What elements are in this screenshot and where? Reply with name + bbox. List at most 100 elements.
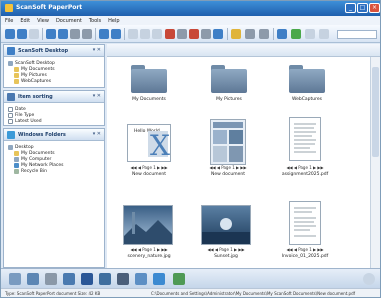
image-thumbnail[interactable] bbox=[123, 205, 173, 245]
search-input[interactable] bbox=[337, 30, 377, 39]
toolbar-separator bbox=[124, 28, 125, 40]
folder-icon bbox=[14, 72, 19, 78]
image-thumbnail[interactable] bbox=[201, 205, 251, 245]
page-controls[interactable]: ◀◀ ◀ Page 1 ▶ ▶▶ bbox=[198, 165, 258, 170]
word-icon[interactable] bbox=[81, 273, 93, 285]
minimize-button[interactable]: _ bbox=[345, 3, 356, 13]
toolbar-separator bbox=[227, 28, 228, 40]
page-controls[interactable]: ◀◀ ◀ Page 1 ▶ ▶▶ bbox=[119, 165, 179, 170]
window-title: ScanSoft PaperPort bbox=[16, 4, 83, 11]
folder-icon bbox=[14, 66, 19, 72]
forward-icon[interactable] bbox=[17, 29, 27, 39]
undo-icon[interactable] bbox=[140, 29, 150, 39]
windows-folders-panel: Windows Folders ▾ ✕ Desktop My Documents… bbox=[3, 128, 105, 268]
folder-label-my-documents: My Documents bbox=[132, 97, 166, 102]
folder-label-my-pictures: My Pictures bbox=[216, 97, 242, 102]
page-controls[interactable]: ◀◀ ◀ Page 1 ▶ ▶▶ bbox=[275, 247, 335, 252]
rotate-icon[interactable] bbox=[128, 29, 138, 39]
tree-item-webcaptures[interactable]: WebCaptures bbox=[14, 78, 51, 84]
document-thumbnail[interactable] bbox=[210, 119, 246, 165]
document-label: New document bbox=[132, 172, 166, 177]
ocr-icon[interactable] bbox=[231, 29, 241, 39]
pdf-icon[interactable] bbox=[117, 273, 129, 285]
cut-icon[interactable] bbox=[165, 29, 175, 39]
unstack-icon[interactable] bbox=[213, 29, 223, 39]
menu-tools[interactable]: Tools bbox=[89, 18, 101, 24]
panel-close-icon[interactable]: ▾ ✕ bbox=[93, 131, 101, 137]
printer-icon[interactable] bbox=[45, 273, 57, 285]
document-icon bbox=[8, 118, 13, 124]
menu-help[interactable]: Help bbox=[108, 18, 119, 24]
fax-icon[interactable] bbox=[82, 29, 92, 39]
image-editor-icon[interactable] bbox=[135, 273, 147, 285]
tree-item-recycle-bin[interactable]: Recycle Bin bbox=[14, 168, 47, 174]
document-label: scenery_nature.jpg bbox=[127, 254, 171, 259]
document-label: New document bbox=[211, 172, 245, 177]
desktop-panel-title: ScanSoft Desktop bbox=[18, 48, 69, 54]
excel-icon[interactable] bbox=[99, 273, 111, 285]
menu-edit[interactable]: Edit bbox=[20, 18, 30, 24]
panel-close-icon[interactable]: ▾ ✕ bbox=[93, 93, 101, 99]
svg-text:X: X bbox=[150, 129, 170, 161]
menu-view[interactable]: View bbox=[37, 18, 49, 24]
windows-panel-header[interactable]: Windows Folders ▾ ✕ bbox=[4, 129, 104, 141]
toolbar-separator bbox=[42, 28, 43, 40]
fax-icon[interactable] bbox=[27, 273, 39, 285]
document-label: assignment2025.pdf bbox=[281, 172, 329, 177]
send-to-bar bbox=[1, 268, 380, 288]
title-bar[interactable]: ScanSoft PaperPort _ □ × bbox=[1, 1, 380, 16]
stack-icon[interactable] bbox=[201, 29, 211, 39]
document-thumbnail[interactable] bbox=[289, 201, 321, 245]
page-controls[interactable]: ◀◀ ◀ Page 1 ▶ ▶▶ bbox=[119, 247, 179, 252]
document-icon bbox=[8, 106, 13, 112]
search-icon[interactable] bbox=[277, 29, 287, 39]
document-thumbnail[interactable]: Hello World X bbox=[127, 124, 171, 162]
maximize-button[interactable]: □ bbox=[357, 3, 368, 13]
x-logo-icon: X bbox=[148, 129, 170, 161]
page-controls[interactable]: ◀◀ ◀ Page 1 ▶ ▶▶ bbox=[196, 247, 256, 252]
scroll-right-icon[interactable] bbox=[363, 273, 375, 285]
refresh-icon[interactable] bbox=[291, 29, 301, 39]
folder-icon[interactable] bbox=[131, 65, 167, 93]
panel-close-icon[interactable]: ▾ ✕ bbox=[93, 47, 101, 53]
zoom-out-icon[interactable] bbox=[319, 29, 329, 39]
document-thumbnail[interactable] bbox=[289, 117, 321, 161]
sunset-photo-icon bbox=[202, 218, 250, 244]
scrollbar-thumb[interactable] bbox=[372, 67, 379, 157]
sort-icon bbox=[7, 93, 15, 101]
desktop-panel-header[interactable]: ScanSoft Desktop ▾ ✕ bbox=[4, 45, 104, 57]
email-icon[interactable] bbox=[9, 273, 21, 285]
browser-icon[interactable] bbox=[153, 273, 165, 285]
menu-document[interactable]: Document bbox=[56, 18, 82, 24]
folder-view-icon[interactable] bbox=[99, 29, 109, 39]
mail-icon[interactable] bbox=[70, 29, 80, 39]
scanner-icon[interactable] bbox=[63, 273, 75, 285]
folders-row: My Documents My Pictures WebCaptures bbox=[107, 57, 370, 103]
vertical-scrollbar[interactable] bbox=[370, 57, 380, 268]
scan-icon[interactable] bbox=[46, 29, 56, 39]
copy-icon[interactable] bbox=[177, 29, 187, 39]
up-icon[interactable] bbox=[29, 29, 39, 39]
back-icon[interactable] bbox=[5, 29, 15, 39]
menu-file[interactable]: File bbox=[5, 18, 13, 24]
sorting-panel: Item sorting ▾ ✕ Date File Type Latest U… bbox=[3, 90, 105, 126]
print-icon[interactable] bbox=[58, 29, 68, 39]
close-button[interactable]: × bbox=[369, 3, 380, 13]
folder-icon[interactable] bbox=[211, 65, 247, 93]
arrange-icon[interactable] bbox=[259, 29, 269, 39]
page-view-icon[interactable] bbox=[111, 29, 121, 39]
sorting-panel-header[interactable]: Item sorting ▾ ✕ bbox=[4, 91, 104, 103]
delete-icon[interactable] bbox=[189, 29, 199, 39]
redo-icon[interactable] bbox=[152, 29, 162, 39]
menu-bar: File Edit View Document Tools Help bbox=[1, 16, 380, 25]
view-menu-icon[interactable] bbox=[245, 29, 255, 39]
document-label: Invoice_01_2025.pdf bbox=[281, 254, 329, 259]
status-bar: Type: ScanSoft PaperPort document Size: … bbox=[1, 288, 380, 297]
page-controls[interactable]: ◀◀ ◀ Page 1 ▶ ▶▶ bbox=[275, 165, 335, 170]
sort-item-latest-used[interactable]: Latest Used bbox=[8, 118, 42, 124]
zoom-in-icon[interactable] bbox=[305, 29, 315, 39]
folder-header bbox=[107, 44, 380, 57]
app-icon bbox=[5, 4, 13, 12]
folder-icon[interactable] bbox=[289, 65, 325, 93]
share-icon[interactable] bbox=[173, 273, 185, 285]
